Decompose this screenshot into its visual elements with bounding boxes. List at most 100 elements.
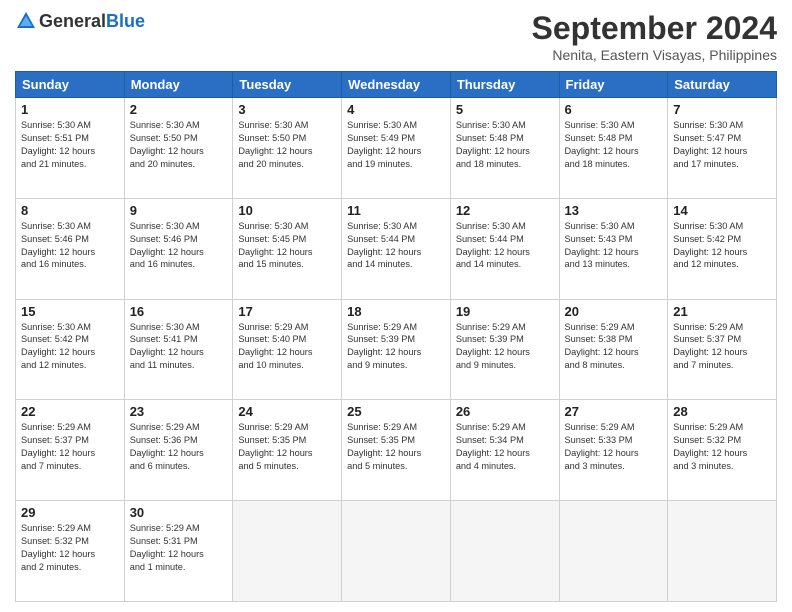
cell-content: Sunrise: 5:29 AMSunset: 5:36 PMDaylight:… (130, 421, 228, 473)
month-title: September 2024 (532, 10, 777, 47)
cell-content: Sunrise: 5:30 AMSunset: 5:48 PMDaylight:… (456, 119, 554, 171)
calendar-row: 15 Sunrise: 5:30 AMSunset: 5:42 PMDayligh… (16, 299, 777, 400)
table-row: 27 Sunrise: 5:29 AMSunset: 5:33 PMDayligh… (559, 400, 668, 501)
cell-content: Sunrise: 5:29 AMSunset: 5:35 PMDaylight:… (347, 421, 445, 473)
cell-content: Sunrise: 5:29 AMSunset: 5:40 PMDaylight:… (238, 321, 336, 373)
day-number: 18 (347, 304, 445, 319)
logo-general-text: General (39, 11, 106, 32)
calendar-row: 29Sunrise: 5:29 AMSunset: 5:32 PMDayligh… (16, 501, 777, 602)
table-row: 22 Sunrise: 5:29 AMSunset: 5:37 PMDayligh… (16, 400, 125, 501)
table-row: 30 Sunrise: 5:29 AMSunset: 5:31 PMDayligh… (124, 501, 233, 602)
table-row: 20 Sunrise: 5:29 AMSunset: 5:38 PMDayligh… (559, 299, 668, 400)
logo-icon (15, 10, 37, 32)
day-number: 17 (238, 304, 336, 319)
col-friday: Friday (559, 72, 668, 98)
cell-content: Sunrise: 5:29 AMSunset: 5:33 PMDaylight:… (565, 421, 663, 473)
table-row: 16Sunrise: 5:30 AMSunset: 5:41 PMDayligh… (124, 299, 233, 400)
table-row: 17 Sunrise: 5:29 AMSunset: 5:40 PMDayligh… (233, 299, 342, 400)
table-row: 14 Sunrise: 5:30 AMSunset: 5:42 PMDayligh… (668, 198, 777, 299)
title-block: September 2024 Nenita, Eastern Visayas, … (532, 10, 777, 63)
col-wednesday: Wednesday (342, 72, 451, 98)
page: GeneralBlue September 2024 Nenita, Easte… (0, 0, 792, 612)
table-row: 10 Sunrise: 5:30 AMSunset: 5:45 PMDayligh… (233, 198, 342, 299)
cell-content: Sunrise: 5:30 AMSunset: 5:50 PMDaylight:… (238, 119, 336, 171)
cell-content: Sunrise: 5:29 AMSunset: 5:37 PMDaylight:… (21, 421, 119, 473)
day-number: 11 (347, 203, 445, 218)
cell-content: Sunrise: 5:30 AMSunset: 5:50 PMDaylight:… (130, 119, 228, 171)
table-row: 23Sunrise: 5:29 AMSunset: 5:36 PMDayligh… (124, 400, 233, 501)
day-number: 29 (21, 505, 119, 520)
table-row: 21 Sunrise: 5:29 AMSunset: 5:37 PMDayligh… (668, 299, 777, 400)
cell-content: Sunrise: 5:29 AMSunset: 5:38 PMDaylight:… (565, 321, 663, 373)
col-saturday: Saturday (668, 72, 777, 98)
cell-content: Sunrise: 5:29 AMSunset: 5:31 PMDaylight:… (130, 522, 228, 574)
calendar-row: 1 Sunrise: 5:30 AMSunset: 5:51 PMDaylight… (16, 98, 777, 199)
table-row (450, 501, 559, 602)
cell-content: Sunrise: 5:30 AMSunset: 5:49 PMDaylight:… (347, 119, 445, 171)
day-number: 2 (130, 102, 228, 117)
day-number: 22 (21, 404, 119, 419)
table-row: 8Sunrise: 5:30 AMSunset: 5:46 PMDaylight… (16, 198, 125, 299)
day-number: 26 (456, 404, 554, 419)
day-number: 4 (347, 102, 445, 117)
day-number: 5 (456, 102, 554, 117)
table-row: 26 Sunrise: 5:29 AMSunset: 5:34 PMDayligh… (450, 400, 559, 501)
table-row (233, 501, 342, 602)
day-number: 1 (21, 102, 119, 117)
cell-content: Sunrise: 5:30 AMSunset: 5:44 PMDaylight:… (456, 220, 554, 272)
table-row: 4 Sunrise: 5:30 AMSunset: 5:49 PMDaylight… (342, 98, 451, 199)
cell-content: Sunrise: 5:30 AMSunset: 5:43 PMDaylight:… (565, 220, 663, 272)
cell-content: Sunrise: 5:29 AMSunset: 5:39 PMDaylight:… (347, 321, 445, 373)
table-row: 24Sunrise: 5:29 AMSunset: 5:35 PMDayligh… (233, 400, 342, 501)
day-number: 15 (21, 304, 119, 319)
col-sunday: Sunday (16, 72, 125, 98)
cell-content: Sunrise: 5:30 AMSunset: 5:46 PMDaylight:… (130, 220, 228, 272)
cell-content: Sunrise: 5:30 AMSunset: 5:46 PMDaylight:… (21, 220, 119, 272)
day-number: 25 (347, 404, 445, 419)
table-row: 15 Sunrise: 5:30 AMSunset: 5:42 PMDayligh… (16, 299, 125, 400)
calendar-table: Sunday Monday Tuesday Wednesday Thursday… (15, 71, 777, 602)
day-number: 30 (130, 505, 228, 520)
day-number: 27 (565, 404, 663, 419)
col-monday: Monday (124, 72, 233, 98)
col-thursday: Thursday (450, 72, 559, 98)
table-row: 25 Sunrise: 5:29 AMSunset: 5:35 PMDayligh… (342, 400, 451, 501)
day-number: 24 (238, 404, 336, 419)
day-number: 21 (673, 304, 771, 319)
calendar-body: 1 Sunrise: 5:30 AMSunset: 5:51 PMDaylight… (16, 98, 777, 602)
table-row: 12Sunrise: 5:30 AMSunset: 5:44 PMDayligh… (450, 198, 559, 299)
calendar-row: 22 Sunrise: 5:29 AMSunset: 5:37 PMDayligh… (16, 400, 777, 501)
table-row: 9 Sunrise: 5:30 AMSunset: 5:46 PMDaylight… (124, 198, 233, 299)
table-row: 7 Sunrise: 5:30 AMSunset: 5:47 PMDaylight… (668, 98, 777, 199)
cell-content: Sunrise: 5:30 AMSunset: 5:45 PMDaylight:… (238, 220, 336, 272)
header: GeneralBlue September 2024 Nenita, Easte… (15, 10, 777, 63)
day-number: 7 (673, 102, 771, 117)
table-row: 11Sunrise: 5:30 AMSunset: 5:44 PMDayligh… (342, 198, 451, 299)
table-row: 28 Sunrise: 5:29 AMSunset: 5:32 PMDayligh… (668, 400, 777, 501)
table-row: 3 Sunrise: 5:30 AMSunset: 5:50 PMDaylight… (233, 98, 342, 199)
cell-content: Sunrise: 5:29 AMSunset: 5:34 PMDaylight:… (456, 421, 554, 473)
day-number: 19 (456, 304, 554, 319)
cell-content: Sunrise: 5:29 AMSunset: 5:32 PMDaylight:… (673, 421, 771, 473)
col-tuesday: Tuesday (233, 72, 342, 98)
cell-content: Sunrise: 5:30 AMSunset: 5:51 PMDaylight:… (21, 119, 119, 171)
day-number: 6 (565, 102, 663, 117)
cell-content: Sunrise: 5:29 AMSunset: 5:39 PMDaylight:… (456, 321, 554, 373)
cell-content: Sunrise: 5:30 AMSunset: 5:47 PMDaylight:… (673, 119, 771, 171)
cell-content: Sunrise: 5:30 AMSunset: 5:42 PMDaylight:… (673, 220, 771, 272)
table-row: 29Sunrise: 5:29 AMSunset: 5:32 PMDayligh… (16, 501, 125, 602)
cell-content: Sunrise: 5:29 AMSunset: 5:37 PMDaylight:… (673, 321, 771, 373)
table-row: 1 Sunrise: 5:30 AMSunset: 5:51 PMDaylight… (16, 98, 125, 199)
cell-content: Sunrise: 5:30 AMSunset: 5:48 PMDaylight:… (565, 119, 663, 171)
day-number: 28 (673, 404, 771, 419)
cell-content: Sunrise: 5:30 AMSunset: 5:42 PMDaylight:… (21, 321, 119, 373)
day-number: 9 (130, 203, 228, 218)
table-row (559, 501, 668, 602)
table-row: 2 Sunrise: 5:30 AMSunset: 5:50 PMDaylight… (124, 98, 233, 199)
logo-blue-text: Blue (106, 11, 145, 32)
day-number: 3 (238, 102, 336, 117)
day-number: 10 (238, 203, 336, 218)
day-number: 20 (565, 304, 663, 319)
table-row: 5 Sunrise: 5:30 AMSunset: 5:48 PMDaylight… (450, 98, 559, 199)
day-number: 14 (673, 203, 771, 218)
